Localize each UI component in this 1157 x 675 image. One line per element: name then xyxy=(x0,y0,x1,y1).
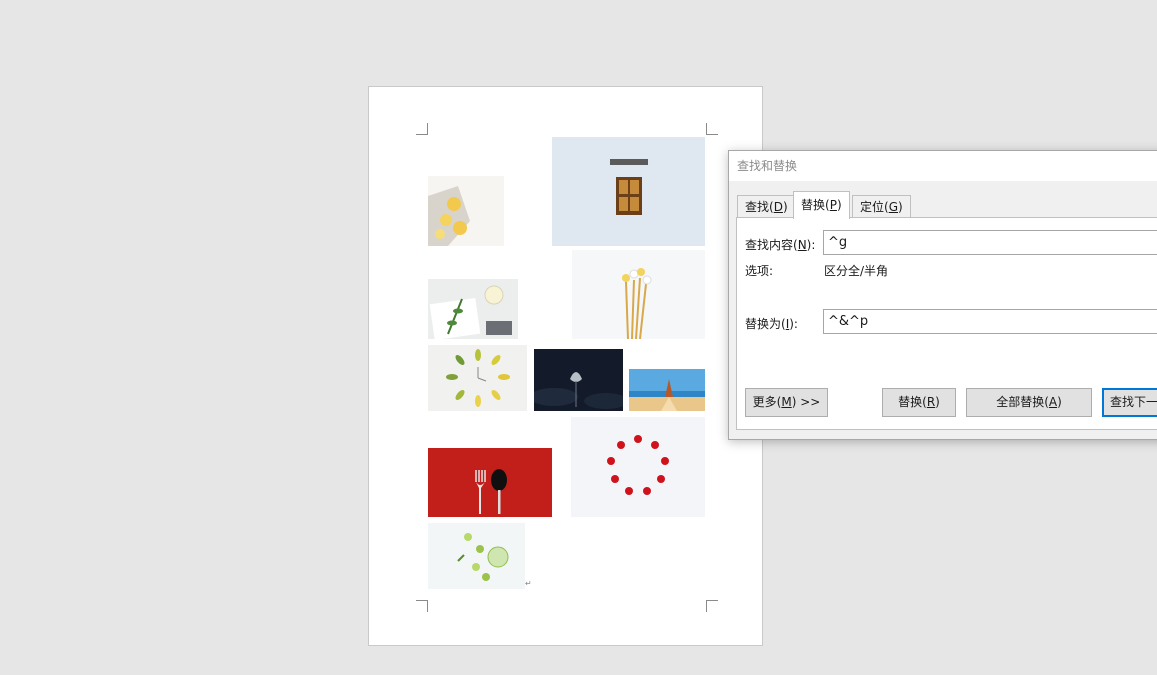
margin-corner-top-right xyxy=(706,123,718,135)
dialog-title: 查找和替换 xyxy=(729,151,1157,181)
replace-panel: 查找内容(N): 选项: 区分全/半角 替换为(I): 更多(M) >> 替换(… xyxy=(736,217,1157,430)
find-what-label: 查找内容(N): xyxy=(745,238,816,252)
replace-with-input[interactable] xyxy=(823,309,1157,334)
more-button[interactable]: 更多(M) >> xyxy=(745,388,828,417)
lotus-night-photo[interactable] xyxy=(534,349,623,411)
document-page: ↵ xyxy=(368,86,763,646)
margin-corner-bottom-left xyxy=(416,600,428,612)
find-replace-dialog: 查找和替换 查找(D) 替换(P) 定位(G) 查找内容(N): 选项: 区分全… xyxy=(728,150,1157,440)
replace-with-label: 替换为(I): xyxy=(745,317,798,331)
paragraph-mark-icon: ↵ xyxy=(525,579,532,588)
margin-corner-top-left xyxy=(416,123,428,135)
window-photo[interactable] xyxy=(552,137,705,246)
tab-goto[interactable]: 定位(G) xyxy=(852,195,911,218)
options-value: 区分全/半角 xyxy=(824,264,889,278)
tab-replace[interactable]: 替换(P) xyxy=(793,191,850,219)
lime-drink-photo[interactable] xyxy=(428,523,525,589)
leaf-clock-photo[interactable] xyxy=(428,345,527,411)
dried-flowers-photo[interactable] xyxy=(572,250,705,339)
find-next-button[interactable]: 查找下一 xyxy=(1102,388,1157,417)
fork-spoon-photo[interactable] xyxy=(428,448,552,517)
find-what-input[interactable] xyxy=(823,230,1157,255)
cherry-ring-photo[interactable] xyxy=(571,417,705,517)
lemon-photo[interactable] xyxy=(428,176,504,246)
tab-find[interactable]: 查找(D) xyxy=(737,195,796,218)
replace-button[interactable]: 替换(R) xyxy=(882,388,956,417)
beach-photo[interactable] xyxy=(629,369,705,411)
replace-all-button[interactable]: 全部替换(A) xyxy=(966,388,1092,417)
options-label: 选项: xyxy=(745,264,774,278)
desk-leaf-photo[interactable] xyxy=(428,279,518,339)
margin-corner-bottom-right xyxy=(706,600,718,612)
